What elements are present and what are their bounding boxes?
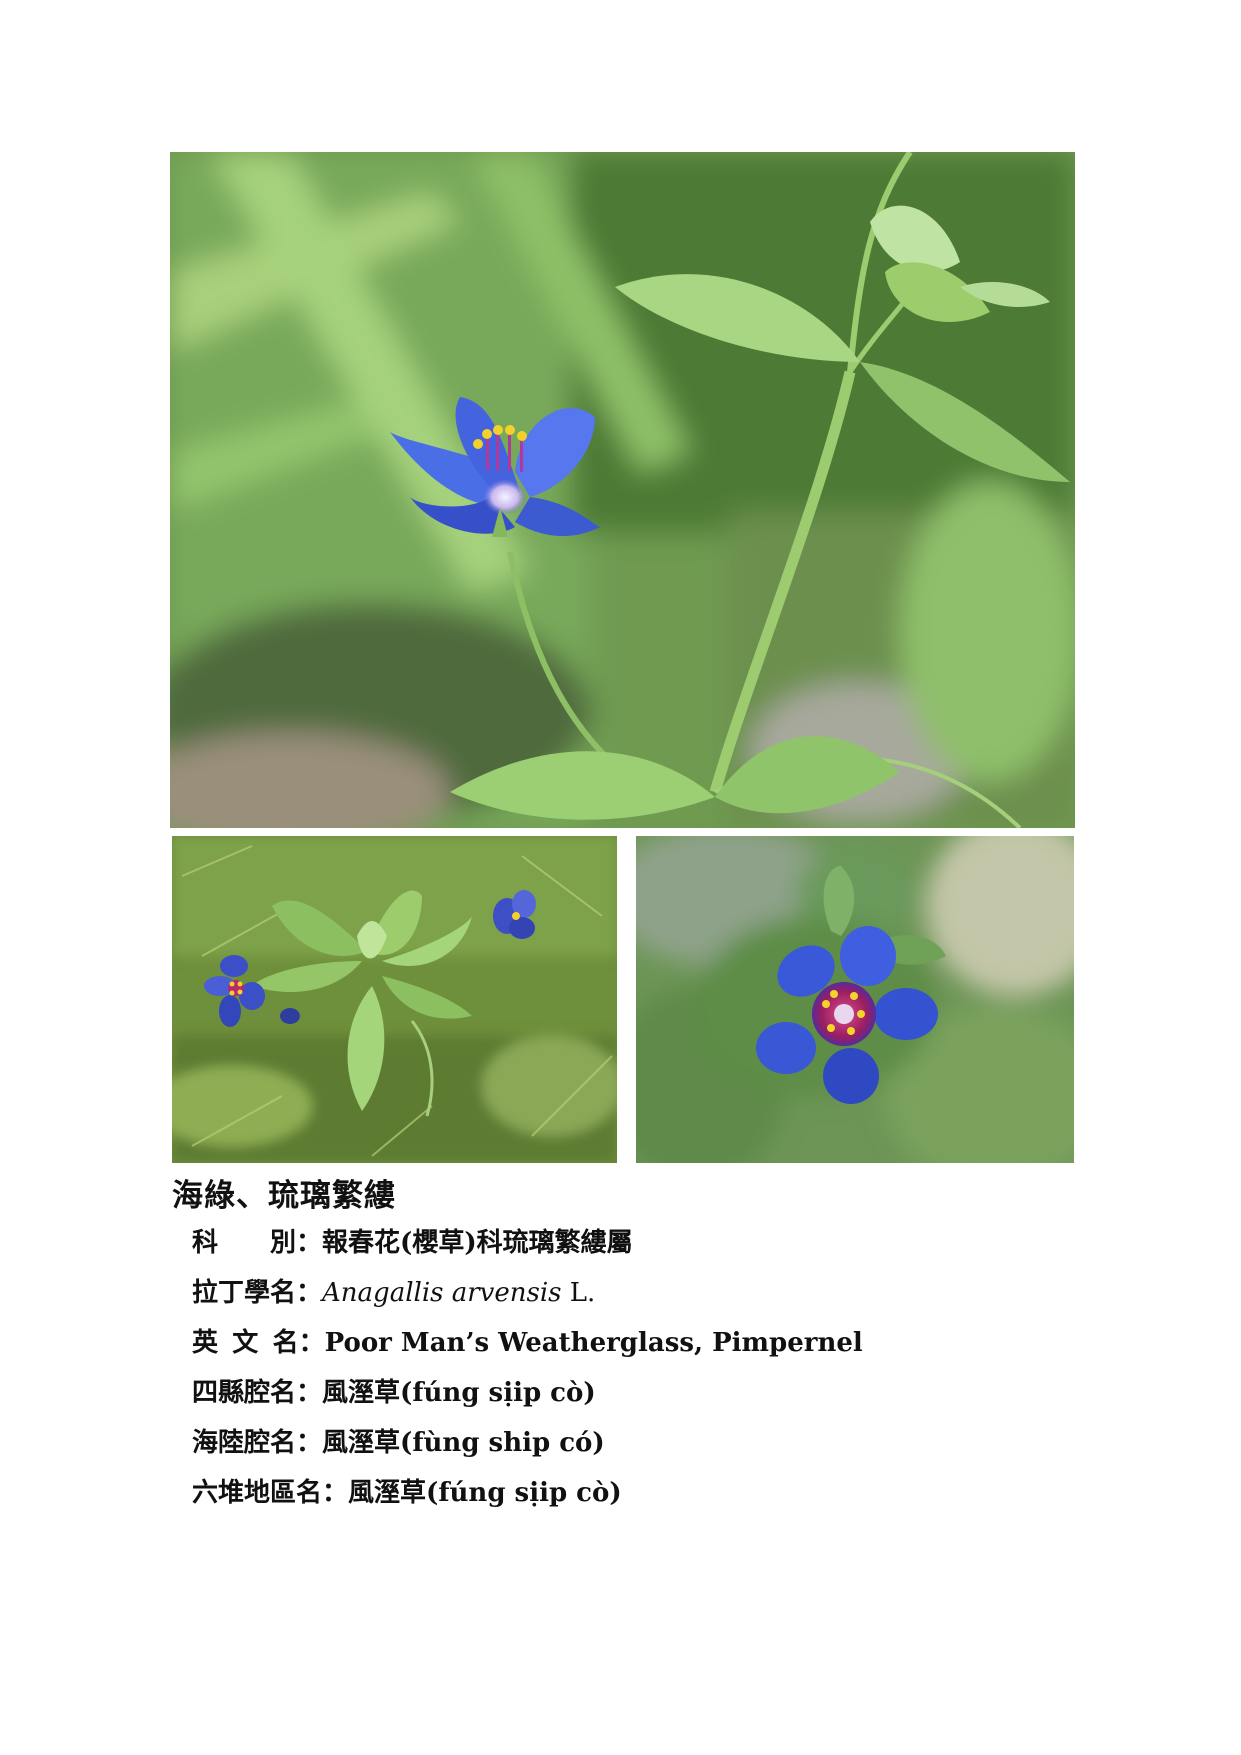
latin-author: L. bbox=[561, 1278, 596, 1308]
latin-label: 拉丁學名 bbox=[192, 1278, 297, 1308]
hailu-separator: ： bbox=[296, 1428, 323, 1458]
english-value: Poor Man’s Weatherglass, Pimpernel bbox=[324, 1328, 863, 1358]
sixian-separator: ： bbox=[296, 1378, 323, 1408]
liudui-separator: ： bbox=[322, 1478, 349, 1508]
family-label: 科 別 bbox=[192, 1228, 297, 1258]
main-flower-image bbox=[170, 152, 1075, 828]
page-title: 海綠、琉璃繁縷 bbox=[172, 1178, 396, 1214]
latin-name: Anagallis arvensis bbox=[322, 1278, 562, 1308]
sixian-label: 四縣腔名 bbox=[192, 1378, 297, 1408]
sixian-value: 風溼草(fúng sịip cò) bbox=[322, 1378, 596, 1408]
plant-top-view-image bbox=[172, 836, 617, 1163]
liudui-value: 風溼草(fúng sịip cò) bbox=[348, 1478, 622, 1508]
flower-closeup-image bbox=[636, 836, 1074, 1163]
english-row: 英文名：Poor Man’s Weatherglass, Pimpernel bbox=[192, 1322, 863, 1359]
hailu-label: 海陸腔名 bbox=[192, 1428, 297, 1458]
english-label: 英文名 bbox=[192, 1328, 313, 1358]
latin-separator: ： bbox=[296, 1278, 323, 1308]
latin-row: 拉丁學名：Anagallis arvensis L. bbox=[192, 1272, 595, 1309]
hailu-value: 風溼草(fùng ship có) bbox=[322, 1428, 605, 1458]
liudui-row: 六堆地區名：風溼草(fúng sịip cò) bbox=[192, 1472, 622, 1509]
sixian-row: 四縣腔名：風溼草(fúng sịip cò) bbox=[192, 1372, 596, 1409]
plant-top-view-photo bbox=[172, 836, 617, 1163]
family-row: 科 別：報春花(櫻草)科琉璃繁縷屬 bbox=[192, 1222, 633, 1259]
hailu-row: 海陸腔名：風溼草(fùng ship có) bbox=[192, 1422, 605, 1459]
flower-closeup-photo bbox=[636, 836, 1074, 1163]
family-separator: ： bbox=[296, 1228, 323, 1258]
liudui-label: 六堆地區名 bbox=[192, 1478, 323, 1508]
family-value: 報春花(櫻草)科琉璃繁縷屬 bbox=[322, 1228, 633, 1258]
main-flower-photo bbox=[170, 152, 1075, 828]
english-separator: ： bbox=[298, 1328, 325, 1358]
